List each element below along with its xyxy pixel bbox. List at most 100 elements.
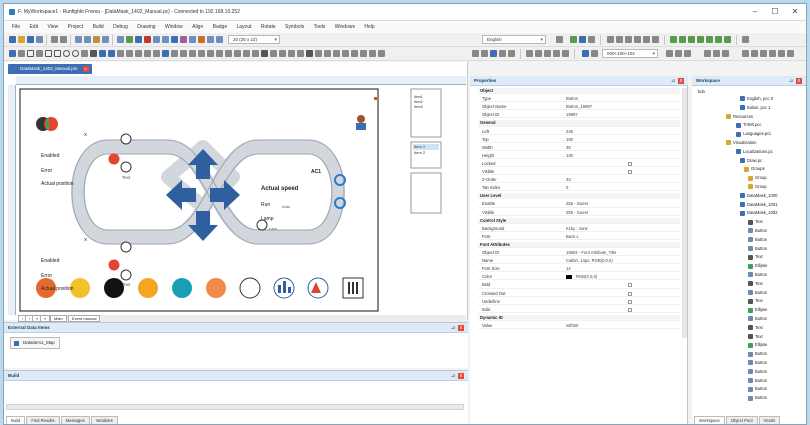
- open-icon[interactable]: [18, 36, 25, 43]
- toggle-l-icon[interactable]: [787, 50, 794, 57]
- property-row[interactable]: Z-Order 33: [478, 177, 680, 184]
- property-checkbox[interactable]: [628, 161, 632, 166]
- property-checkbox[interactable]: [628, 170, 632, 174]
- paste-icon[interactable]: [93, 36, 100, 43]
- line-width-icon[interactable]: [351, 50, 358, 57]
- run-icon[interactable]: [126, 36, 133, 43]
- property-value[interactable]: ssf000: [566, 323, 578, 329]
- build-scrollbar[interactable]: [6, 404, 464, 410]
- toggle-i-icon[interactable]: [760, 50, 767, 57]
- align-bottom-icon[interactable]: [643, 36, 650, 43]
- tab-workspace[interactable]: Workspace: [694, 416, 725, 424]
- download-icon[interactable]: [135, 36, 142, 43]
- color-swatch[interactable]: [566, 275, 572, 280]
- simulate-icon[interactable]: [207, 36, 214, 43]
- input-tool-icon[interactable]: [135, 50, 142, 57]
- step-icon[interactable]: [481, 50, 488, 57]
- copy-icon[interactable]: [84, 36, 91, 43]
- last-page-icon[interactable]: [553, 50, 560, 57]
- save-all-icon[interactable]: [36, 36, 43, 43]
- property-value[interactable]: 33: [566, 177, 571, 183]
- property-row[interactable]: Type Button: [478, 96, 680, 103]
- line-color-icon[interactable]: [688, 36, 695, 43]
- property-category[interactable]: Font Attributes: [478, 241, 680, 249]
- zoom-in-icon[interactable]: [153, 36, 160, 43]
- mask-icon[interactable]: [591, 50, 598, 57]
- tree-item[interactable]: Visualization: [726, 140, 756, 146]
- page-icon[interactable]: [582, 50, 589, 57]
- toggle-j-icon[interactable]: [769, 50, 776, 57]
- toggle-a-icon[interactable]: [666, 50, 673, 57]
- line-style-icon[interactable]: [360, 50, 367, 57]
- panel-close-icon[interactable]: x: [678, 78, 684, 84]
- maximize-button[interactable]: ☐: [766, 6, 784, 18]
- toggle-k-icon[interactable]: [778, 50, 785, 57]
- menu-help[interactable]: Help: [364, 24, 374, 30]
- bold-icon[interactable]: [315, 50, 322, 57]
- tree-item[interactable]: Button: [748, 290, 767, 296]
- menu-project[interactable]: Project: [68, 24, 84, 30]
- tree-item[interactable]: Button: [748, 246, 767, 252]
- tree-item[interactable]: Text: [748, 219, 763, 225]
- toggle-b-icon[interactable]: [675, 50, 682, 57]
- tree-item[interactable]: Text: [748, 334, 763, 340]
- key-tool-icon[interactable]: [261, 50, 268, 57]
- property-value[interactable]: 16602 - Font Attribute_Title: [566, 250, 616, 256]
- toggle-g-icon[interactable]: [742, 50, 749, 57]
- property-value[interactable]: RGB(0,0,0): [576, 274, 597, 280]
- list-box-items[interactable]: Item1 Item2 Item3: [414, 95, 423, 110]
- property-row[interactable]: Font Size 14: [478, 266, 680, 273]
- first-page-icon[interactable]: [526, 50, 533, 57]
- settings-icon[interactable]: [216, 36, 223, 43]
- button-tool-icon[interactable]: [99, 50, 106, 57]
- property-value[interactable]: Calibri, 14px, RGB(0,0,0): [566, 258, 613, 264]
- slider-tool-icon[interactable]: [189, 50, 196, 57]
- tree-item[interactable]: Text: [748, 281, 763, 287]
- property-row[interactable]: Width 38: [478, 145, 680, 151]
- tree-item[interactable]: Tr4Mt.pcc: [736, 122, 761, 128]
- alarm-tool-icon[interactable]: [162, 50, 169, 57]
- align-center-icon[interactable]: [616, 36, 623, 43]
- disconnect-icon[interactable]: [579, 36, 586, 43]
- step-back-icon[interactable]: [472, 50, 479, 57]
- small-list[interactable]: Item 1 Item 2: [414, 144, 425, 156]
- document-tab[interactable]: DataMask_1402_Manual.pm x: [8, 64, 92, 74]
- align-right-icon[interactable]: [625, 36, 632, 43]
- more-tools-icon[interactable]: [378, 50, 385, 57]
- panel-close-icon[interactable]: x: [458, 325, 464, 331]
- page-nav-last[interactable]: »: [40, 315, 51, 322]
- font-tool-icon[interactable]: [306, 50, 313, 57]
- macro-tool-icon[interactable]: [243, 50, 250, 57]
- property-value[interactable]: Back L: [566, 234, 579, 240]
- list-item[interactable]: Item 2: [414, 150, 425, 156]
- theme-icon[interactable]: [706, 36, 713, 43]
- property-row[interactable]: Top 190: [478, 137, 680, 143]
- zoom-out-icon[interactable]: [162, 36, 169, 43]
- property-row[interactable]: Italic: [478, 307, 680, 313]
- property-row[interactable]: Visible 255 - Guest: [478, 210, 680, 216]
- pause-icon[interactable]: [499, 50, 506, 57]
- polygon-icon[interactable]: [54, 50, 61, 57]
- picture-tool-icon[interactable]: [270, 50, 277, 57]
- fill-pattern-icon[interactable]: [369, 50, 376, 57]
- properties-scrollbar[interactable]: [682, 88, 687, 338]
- shape-tool-icon[interactable]: [297, 50, 304, 57]
- preview-icon[interactable]: [198, 36, 205, 43]
- property-row[interactable]: Left 246: [478, 129, 680, 135]
- meter-tool-icon[interactable]: [117, 50, 124, 57]
- page-tab-main[interactable]: Main: [50, 315, 67, 322]
- tree-item[interactable]: DataMask_1000: [740, 193, 778, 199]
- toggle-c-icon[interactable]: [684, 50, 691, 57]
- menu-view[interactable]: View: [47, 24, 58, 30]
- help-icon[interactable]: [742, 36, 749, 43]
- polyline-icon[interactable]: [45, 50, 52, 57]
- text-tool-icon[interactable]: [90, 50, 97, 57]
- property-value[interactable]: 0: [566, 185, 568, 191]
- tree-item[interactable]: Button: [748, 351, 767, 357]
- list-item[interactable]: Item3: [414, 105, 423, 110]
- lock-icon[interactable]: [724, 36, 731, 43]
- switch-tool-icon[interactable]: [216, 50, 223, 57]
- toggle-h-icon[interactable]: [751, 50, 758, 57]
- menu-windows[interactable]: Windows: [335, 24, 355, 30]
- property-value[interactable]: 255 - Guest: [566, 201, 588, 207]
